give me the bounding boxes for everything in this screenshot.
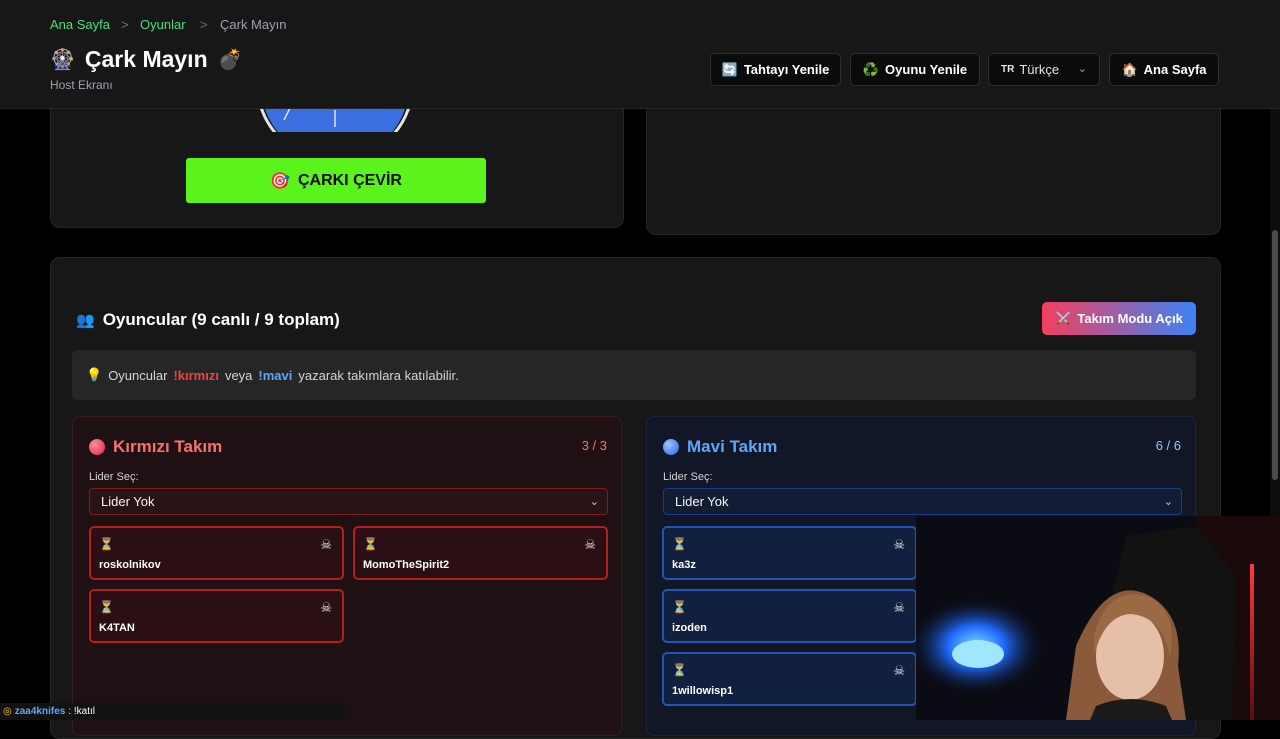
- page-title-row: 🎡 Çark Mayın 💣: [50, 46, 243, 73]
- skull-crossbones-icon[interactable]: ☠: [893, 600, 905, 616]
- player-name: K4TAN: [99, 622, 135, 634]
- skull-crossbones-icon[interactable]: ☠: [584, 537, 596, 553]
- player-card: ⏳ ☠ MomoTheSpirit2: [353, 526, 608, 580]
- hourglass-icon: ⏳: [672, 537, 687, 551]
- red-leader-select[interactable]: Lider Yok ⌄: [89, 488, 608, 515]
- breadcrumb-separator: >: [200, 17, 208, 32]
- chat-text: : !katıl: [68, 706, 96, 717]
- top-header: Ana Sayfa > Oyunlar > Çark Mayın 🎡 Çark …: [0, 0, 1280, 109]
- breadcrumb-home[interactable]: Ana Sayfa: [50, 17, 110, 32]
- player-card: ⏳ ☠ K4TAN: [89, 589, 344, 643]
- team-mode-button[interactable]: ⚔️ Takım Modu Açık: [1042, 302, 1196, 335]
- chat-username: zaa4knifes: [14, 706, 66, 717]
- player-name: izoden: [672, 622, 707, 634]
- team-join-tip: 💡 Oyuncular !kırmızı veya !mavi yazarak …: [72, 350, 1196, 400]
- home-button-label: Ana Sayfa: [1143, 62, 1207, 77]
- blue-leader-value: Lider Yok: [675, 494, 729, 509]
- blue-leader-select[interactable]: Lider Yok ⌄: [663, 488, 1182, 515]
- restart-game-label: Oyunu Yenile: [885, 62, 968, 77]
- page-subtitle: Host Ekranı: [50, 78, 113, 92]
- bomb-icon: 💣: [217, 49, 243, 71]
- breadcrumb-separator: >: [121, 17, 129, 32]
- red-team-count: 3 / 3: [581, 438, 607, 453]
- tip-blue-command: !mavi: [258, 367, 293, 383]
- player-name: MomoTheSpirit2: [363, 559, 450, 571]
- blue-circle-icon: [663, 439, 679, 455]
- webcam-image: [916, 516, 1280, 720]
- skull-crossbones-icon[interactable]: ☠: [893, 663, 905, 679]
- blue-team-heading: Mavi Takım: [663, 437, 777, 457]
- red-circle-icon: [89, 439, 105, 455]
- skull-crossbones-icon[interactable]: ☠: [893, 537, 905, 553]
- hourglass-icon: ⏳: [672, 600, 687, 614]
- tip-suffix: yazarak takımlara katılabilir.: [298, 367, 459, 383]
- swords-icon: ⚔️: [1055, 310, 1072, 326]
- player-name: 1willowisp1: [672, 685, 734, 697]
- skull-crossbones-icon[interactable]: ☠: [320, 537, 332, 553]
- red-team-name: Kırmızı Takım: [113, 437, 223, 456]
- refresh-board-label: Tahtayı Yenile: [743, 62, 830, 77]
- spin-wheel-button[interactable]: 🎯 ÇARKI ÇEVİR: [186, 158, 486, 203]
- refresh-icon: 🔄: [721, 61, 738, 77]
- blue-team-name: Mavi Takım: [687, 437, 778, 456]
- red-leader-value: Lider Yok: [101, 494, 155, 509]
- users-icon: 👥: [76, 312, 95, 329]
- players-heading: 👥 Oyuncular (9 canlı / 9 toplam): [76, 310, 340, 330]
- home-button[interactable]: 🏠 Ana Sayfa: [1109, 53, 1219, 86]
- scrollbar-thumb[interactable]: [1272, 230, 1278, 480]
- team-mode-label: Takım Modu Açık: [1077, 311, 1183, 326]
- player-card: ⏳ ☠ izoden: [662, 589, 917, 643]
- language-select[interactable]: TR Türkçe ⌄: [988, 53, 1100, 86]
- tip-prefix: Oyuncular: [108, 367, 168, 383]
- player-card: ⏳ ☠ roskolnikov: [89, 526, 344, 580]
- target-icon: 🎯: [270, 172, 290, 190]
- red-team-heading: Kırmızı Takım: [89, 437, 222, 457]
- red-team-panel: Kırmızı Takım 3 / 3 Lider Seç: Lider Yok…: [72, 416, 622, 736]
- ferris-wheel-icon: 🎡: [50, 49, 75, 71]
- language-label: Türkçe: [1019, 62, 1060, 77]
- lightbulb-icon: 💡: [86, 367, 103, 382]
- refresh-board-button[interactable]: 🔄 Tahtayı Yenile: [710, 53, 841, 86]
- chat-message: ◎ zaa4knifes : !katıl: [0, 703, 345, 720]
- hourglass-icon: ⏳: [363, 537, 378, 551]
- red-leader-label: Lider Seç:: [89, 471, 139, 483]
- breadcrumb-current: Çark Mayın: [220, 17, 287, 32]
- spin-wheel-label: ÇARKI ÇEVİR: [297, 171, 402, 189]
- player-card: ⏳ ☠ 1willowisp1: [662, 652, 917, 706]
- hourglass-icon: ⏳: [99, 537, 114, 551]
- player-card: ⏳ ☠ ka3z: [662, 526, 917, 580]
- chevron-down-icon: ⌄: [1163, 496, 1173, 508]
- language-code: TR: [1001, 64, 1015, 75]
- chevron-down-icon: ⌄: [589, 496, 599, 508]
- restart-game-button[interactable]: ♻️ Oyunu Yenile: [850, 53, 980, 86]
- house-icon: 🏠: [1121, 61, 1138, 77]
- breadcrumb-games[interactable]: Oyunlar: [140, 17, 186, 32]
- hourglass-icon: ⏳: [99, 600, 114, 614]
- player-name: ka3z: [672, 559, 696, 571]
- tip-red-command: !kırmızı: [173, 367, 219, 383]
- chevron-down-icon: ⌄: [1077, 63, 1087, 75]
- webcam-overlay: [916, 516, 1280, 720]
- recycle-icon: ♻️: [862, 61, 880, 77]
- players-title: Oyuncular (9 canlı / 9 toplam): [102, 310, 340, 329]
- tip-mid: veya: [224, 367, 253, 383]
- blue-team-count: 6 / 6: [1155, 438, 1181, 453]
- chat-badge-icon: ◎: [3, 706, 12, 717]
- skull-crossbones-icon[interactable]: ☠: [320, 600, 332, 616]
- player-name: roskolnikov: [99, 559, 161, 571]
- hourglass-icon: ⏳: [672, 663, 687, 677]
- blue-leader-label: Lider Seç:: [663, 471, 713, 483]
- page-title: Çark Mayın: [84, 46, 208, 72]
